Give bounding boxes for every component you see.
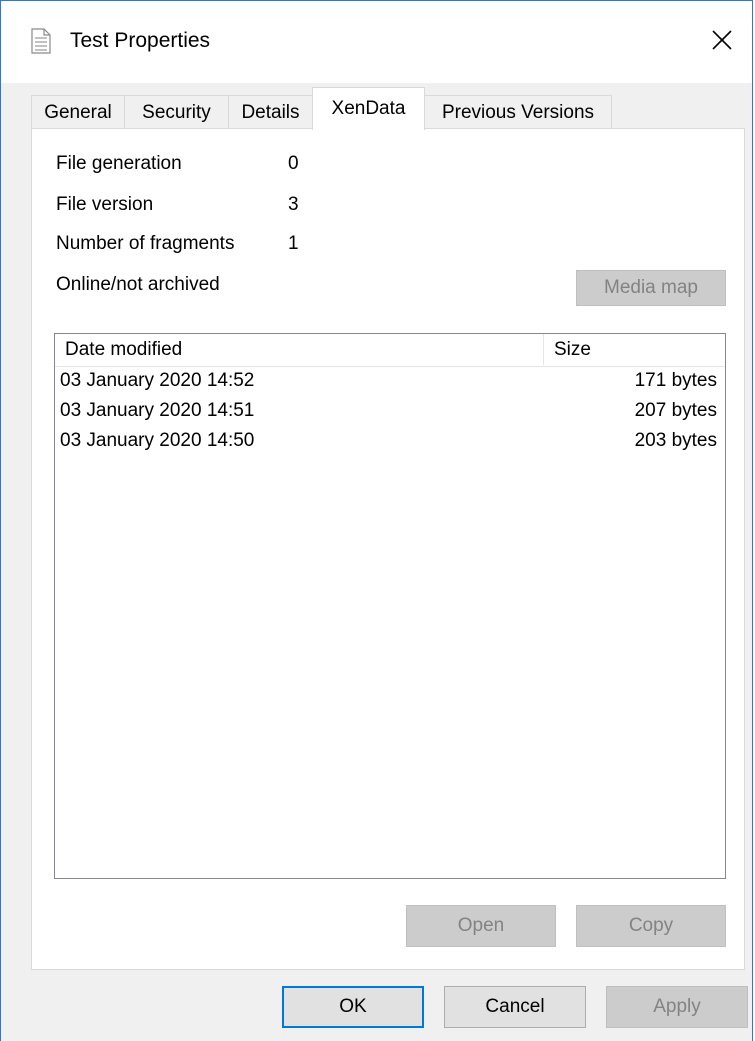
list-header: Date modified Size [55, 334, 725, 367]
fragments-label: Number of fragments [56, 233, 235, 254]
close-button[interactable] [692, 1, 752, 83]
open-button[interactable]: Open [406, 905, 556, 947]
tab-details[interactable]: Details [228, 95, 313, 129]
fragments-value: 1 [288, 233, 299, 254]
file-generation-value: 0 [288, 153, 299, 174]
file-generation-label: File generation [56, 153, 182, 174]
apply-button[interactable]: Apply [606, 986, 748, 1028]
list-item[interactable]: 03 January 2020 14:52 171 bytes [55, 367, 725, 397]
date-cell: 03 January 2020 14:50 [60, 430, 255, 451]
title-bar[interactable]: Test Properties [1, 1, 752, 83]
archive-status: Online/not archived [56, 274, 220, 295]
media-map-button[interactable]: Media map [576, 270, 726, 306]
ok-button[interactable]: OK [282, 986, 424, 1028]
window-title: Test Properties [70, 29, 211, 52]
copy-button[interactable]: Copy [576, 905, 726, 947]
list-item[interactable]: 03 January 2020 14:50 203 bytes [55, 427, 725, 457]
size-cell: 207 bytes [634, 400, 717, 421]
close-icon [712, 29, 732, 55]
size-cell: 171 bytes [634, 370, 717, 391]
column-date-modified[interactable]: Date modified [55, 334, 544, 365]
tab-previous-versions[interactable]: Previous Versions [424, 95, 612, 129]
date-cell: 03 January 2020 14:51 [60, 400, 255, 421]
file-version-value: 3 [288, 194, 299, 215]
versions-list[interactable]: Date modified Size 03 January 2020 14:52… [54, 333, 726, 879]
document-icon [31, 28, 51, 54]
tab-security[interactable]: Security [124, 95, 229, 129]
column-size[interactable]: Size [544, 334, 724, 365]
size-cell: 203 bytes [634, 430, 717, 451]
tab-xendata[interactable]: XenData [312, 87, 425, 130]
properties-dialog: Test Properties General Security Details… [0, 0, 753, 1041]
file-version-label: File version [56, 194, 154, 215]
cancel-button[interactable]: Cancel [444, 986, 586, 1028]
tab-general[interactable]: General [31, 95, 125, 129]
list-item[interactable]: 03 January 2020 14:51 207 bytes [55, 397, 725, 427]
date-cell: 03 January 2020 14:52 [60, 370, 255, 391]
xendata-panel: File generation 0 File version 3 Number … [31, 128, 745, 970]
